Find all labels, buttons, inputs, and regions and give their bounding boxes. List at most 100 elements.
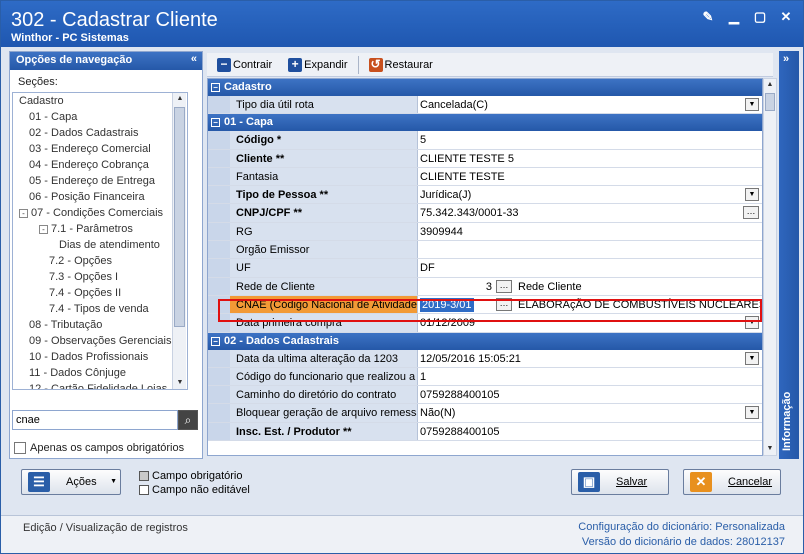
field-value-text[interactable]: 5 (420, 134, 426, 146)
sidebar-item[interactable]: 7.2 - Opções (13, 253, 187, 269)
sidebar-item[interactable]: 04 - Endereço Cobrança (13, 157, 187, 173)
chevron-down-icon[interactable]: ▼ (745, 98, 759, 111)
table-row[interactable]: RG 3909944 (208, 222, 762, 242)
grid-scroll-thumb[interactable] (765, 93, 775, 111)
sidebar-item[interactable]: -7.1 - Parâmetros (13, 221, 187, 237)
maximize-icon[interactable]: ▢ (753, 10, 767, 24)
field-value[interactable]: 75.342.343/0001-33 … (418, 204, 762, 221)
field-value-text[interactable]: Cancelada(C) (420, 99, 488, 111)
chevron-down-icon[interactable]: ▼ (745, 351, 759, 365)
field-value[interactable]: Não(N) ▼ (418, 404, 762, 421)
field-value-text[interactable]: 75.342.343/0001-33 (420, 207, 518, 219)
field-value[interactable]: 12/05/2016 15:05:21 ▼ (418, 350, 762, 367)
sidebar-item[interactable]: 05 - Endereço de Entrega (13, 173, 187, 189)
tree-scroll-thumb[interactable] (174, 107, 185, 327)
only-required-checkbox[interactable] (14, 442, 26, 454)
sidebar-item[interactable]: 7.4 - Tipos de venda (13, 301, 187, 317)
lookup-button[interactable]: … (743, 206, 759, 220)
close-icon[interactable]: ✕ (779, 10, 793, 24)
table-row[interactable]: Insc. Est. / Produtor ** 0759288400105 (208, 422, 762, 442)
table-row[interactable]: UF DF (208, 259, 762, 278)
sidebar-item[interactable]: Dias de atendimento (13, 237, 187, 253)
grid-scroll-track[interactable]: ▲ ▼ (764, 79, 776, 455)
expand-button[interactable]: + Expandir (282, 55, 353, 75)
scroll-down-icon[interactable]: ▼ (173, 377, 187, 389)
grid-scrollbar[interactable]: ▲ ▼ (763, 78, 777, 456)
field-value-text[interactable]: Jurídica(J) (420, 189, 471, 201)
table-row[interactable]: Tipo de Pessoa ** Jurídica(J) ▼ (208, 186, 762, 205)
field-value[interactable]: Cancelada(C) ▼ (418, 96, 762, 113)
chevron-down-icon[interactable]: ▼ (110, 478, 117, 485)
field-value[interactable]: 0759288400105 (418, 386, 762, 403)
save-button[interactable]: ▣ Salvar (571, 469, 669, 495)
category-capa[interactable]: −01 - Capa (208, 114, 762, 132)
sidebar-item[interactable]: 02 - Dados Cadastrais (13, 125, 187, 141)
table-row[interactable]: Cliente ** CLIENTE TESTE 5 (208, 149, 762, 168)
sidebar-item[interactable]: -07 - Condições Comerciais (13, 205, 187, 221)
rede-code[interactable]: 3 (418, 278, 492, 296)
field-value-text[interactable]: 12/05/2016 15:05:21 (420, 353, 521, 365)
collapse-category-icon[interactable]: − (211, 118, 220, 128)
table-row[interactable]: Orgão Emissor (208, 241, 762, 260)
field-value[interactable]: 0759288400105 (418, 423, 762, 440)
category-dados-cadastrais[interactable]: −02 - Dados Cadastrais (208, 332, 762, 350)
sidebar-item[interactable]: 12 - Cartão Fidelidade Lojas (13, 381, 187, 389)
field-value[interactable]: 3909944 (418, 223, 762, 240)
field-value-text[interactable]: DF (420, 262, 435, 274)
chevron-down-icon[interactable]: ▼ (745, 188, 759, 202)
restore-button[interactable]: ↺ Restaurar (363, 55, 439, 75)
field-value[interactable]: CLIENTE TESTE (418, 168, 762, 185)
table-row[interactable]: Caminho do diretório do contrato 07592884… (208, 386, 762, 405)
table-row[interactable]: Data da ultima alteração da 1203 12/05/20… (208, 349, 762, 368)
category-cadastro[interactable]: − Cadastro (208, 79, 762, 96)
sidebar-item[interactable]: Cadastro (13, 93, 187, 109)
collapse-left-icon[interactable]: « (191, 53, 197, 65)
field-value[interactable]: Jurídica(J) ▼ (418, 186, 762, 203)
sidebar-item[interactable]: 7.3 - Opções I (13, 269, 187, 285)
sidebar-item[interactable]: 7.4 - Opções II (13, 285, 187, 301)
sidebar-item[interactable]: 03 - Endereço Comercial (13, 141, 187, 157)
field-value-text[interactable]: 0759288400105 (420, 389, 500, 401)
collapse-button[interactable]: − Contrair (211, 55, 278, 75)
sidebar-item[interactable]: 08 - Tributação (13, 317, 187, 333)
field-value[interactable]: DF (418, 259, 762, 276)
field-value-text[interactable]: Não(N) (420, 407, 455, 419)
sidebar-item[interactable]: 01 - Capa (13, 109, 187, 125)
table-row-rede-cliente[interactable]: Rede de Cliente 3 … Rede Cliente (208, 277, 762, 296)
table-row[interactable]: CNPJ/CPF ** 75.342.343/0001-33… (208, 204, 762, 223)
field-value-text[interactable]: 1 (420, 371, 426, 383)
rede-field[interactable]: 3 … Rede Cliente (418, 278, 762, 295)
field-value[interactable]: CLIENTE TESTE 5 (418, 150, 762, 167)
sidebar-item[interactable]: 09 - Observações Gerenciais (13, 333, 187, 349)
minimize-icon[interactable]: ▁ (727, 10, 741, 24)
field-value[interactable]: 1 (418, 368, 762, 385)
table-row[interactable]: Tipo dia útil rota Cancelada(C) ▼ (208, 96, 762, 115)
collapse-category-icon[interactable]: − (211, 336, 220, 346)
tree-scrollbar[interactable]: ▲ ▼ (172, 93, 186, 389)
scroll-up-icon[interactable]: ▲ (173, 93, 187, 105)
search-icon[interactable]: ⌕ (178, 410, 198, 430)
field-value[interactable] (418, 241, 762, 258)
table-row[interactable]: Código do funcionario que realizou a ú1 (208, 367, 762, 387)
only-required-toggle[interactable]: Apenas os campos obrigatórios (14, 442, 184, 454)
lookup-button[interactable]: … (496, 279, 512, 293)
chevron-down-icon[interactable]: ▼ (745, 406, 759, 420)
table-row[interactable]: Bloquear geração de arquivo remessa Não(N… (208, 404, 762, 423)
actions-button[interactable]: ☰ Ações ▼ (21, 469, 121, 495)
table-row[interactable]: Código * 5 (208, 131, 762, 150)
scroll-down-icon[interactable]: ▼ (764, 443, 776, 455)
info-panel[interactable]: » Informação (779, 51, 799, 459)
field-value-text[interactable]: 0759288400105 (420, 426, 500, 438)
sidebar-item[interactable]: 06 - Posição Financeira (13, 189, 187, 205)
tree-expander-icon[interactable]: - (39, 224, 48, 234)
field-value-text[interactable]: CLIENTE TESTE 5 (420, 153, 514, 165)
sidebar-item[interactable]: 11 - Dados Cônjuge (13, 365, 187, 381)
table-row[interactable]: Fantasia CLIENTE TESTE (208, 167, 762, 187)
scroll-up-icon[interactable]: ▲ (764, 79, 776, 91)
sidebar-item[interactable]: 10 - Dados Profissionais (13, 349, 187, 365)
edit-icon[interactable]: ✎ (701, 10, 715, 24)
section-search-input[interactable]: cnae (12, 410, 178, 430)
field-value-text[interactable]: 3909944 (420, 226, 463, 238)
field-value-text[interactable]: CLIENTE TESTE (420, 171, 505, 183)
tree-expander-icon[interactable]: - (19, 208, 28, 218)
